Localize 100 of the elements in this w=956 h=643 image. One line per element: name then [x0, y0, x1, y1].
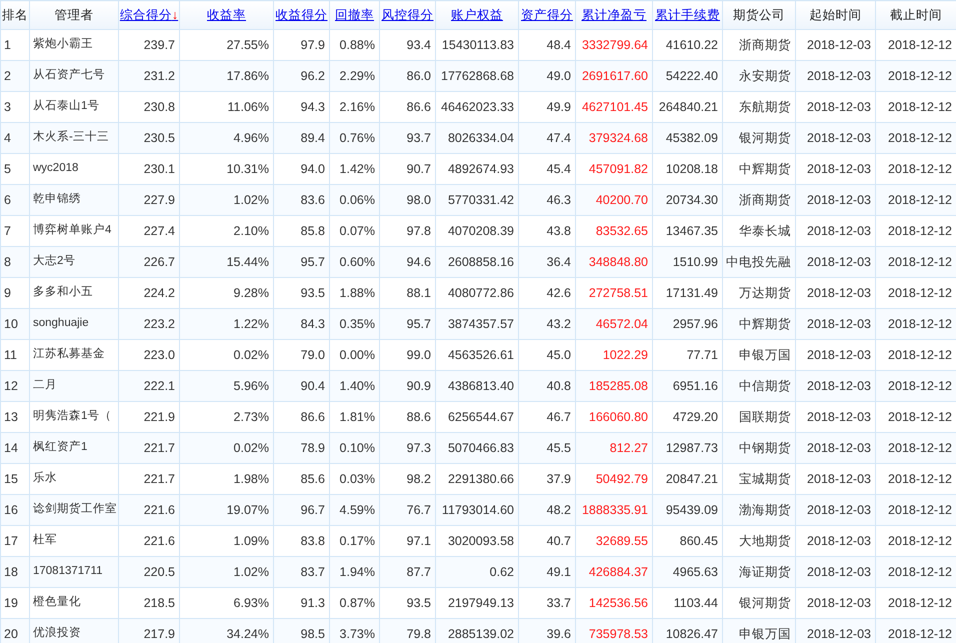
table-cell: 多多和小五	[30, 278, 118, 308]
table-cell: 2885139.02	[436, 618, 518, 643]
table-cell: 36.4	[518, 246, 576, 278]
table-cell: 2291380.66	[436, 464, 518, 494]
table-cell: 2018-12-03	[796, 308, 876, 340]
table-cell: 1103.44	[652, 588, 722, 618]
table-cell: 2018-12-12	[876, 340, 956, 370]
table-cell: 17762868.68	[436, 60, 518, 92]
table-cell: 2957.96	[652, 308, 722, 340]
table-cell: 2018-12-03	[796, 526, 876, 556]
table-cell: 19.07%	[180, 494, 274, 526]
table-cell: 0.00%	[330, 340, 380, 370]
sort-link[interactable]: 综合得分↓	[120, 8, 178, 22]
table-cell: 2018-12-03	[796, 122, 876, 154]
table-cell: 1.22%	[180, 308, 274, 340]
table-cell: 43.8	[518, 216, 576, 246]
sort-link[interactable]: 账户权益	[451, 8, 503, 22]
table-cell: 博弈树单账户4	[30, 216, 118, 246]
sort-link[interactable]: 资产得分	[521, 8, 573, 22]
table-cell: 2018-12-03	[796, 494, 876, 526]
sort-link[interactable]: 累计手续费	[655, 8, 720, 22]
table-cell: 812.27	[576, 432, 652, 464]
table-cell: 0.35%	[330, 308, 380, 340]
table-cell: 218.5	[118, 588, 180, 618]
table-cell: 1.40%	[330, 370, 380, 402]
table-cell: 6.93%	[180, 588, 274, 618]
table-cell: 217.9	[118, 618, 180, 643]
table-cell: 227.9	[118, 184, 180, 216]
table-cell: 1.94%	[330, 556, 380, 588]
table-cell: 0.03%	[330, 464, 380, 494]
table-cell: 2018-12-12	[876, 308, 956, 340]
table-cell: 枫红资产1	[30, 432, 118, 464]
sort-link[interactable]: 风控得分	[382, 8, 434, 22]
table-cell: 98.5	[274, 618, 330, 643]
table-cell: 2018-12-12	[876, 432, 956, 464]
table-cell: 1.42%	[330, 154, 380, 184]
table-cell: 272758.51	[576, 278, 652, 308]
table-cell: 14	[0, 432, 30, 464]
table-cell: 1.02%	[180, 184, 274, 216]
table-cell: 2018-12-12	[876, 618, 956, 643]
table-cell: 6951.16	[652, 370, 722, 402]
table-cell: 39.6	[518, 618, 576, 643]
table-cell: 15.44%	[180, 246, 274, 278]
table-cell: 2018-12-03	[796, 154, 876, 184]
table-cell: 0.88%	[330, 30, 380, 60]
table-cell: 3	[0, 92, 30, 122]
table-cell: 明隽浩森1号（	[30, 402, 118, 432]
table-cell: 10826.47	[652, 618, 722, 643]
table-cell: 10208.18	[652, 154, 722, 184]
table-cell: 227.4	[118, 216, 180, 246]
table-cell: 5770331.42	[436, 184, 518, 216]
table-cell: 大地期货	[722, 526, 796, 556]
table-cell: 17.86%	[180, 60, 274, 92]
table-cell: 2691617.60	[576, 60, 652, 92]
table-cell: 97.1	[380, 526, 436, 556]
table-cell: 230.8	[118, 92, 180, 122]
table-cell: 41610.22	[652, 30, 722, 60]
table-cell: 96.7	[274, 494, 330, 526]
sort-link[interactable]: 累计净盈亏	[582, 8, 646, 22]
table-cell: 0.02%	[180, 432, 274, 464]
table-cell: 48.4	[518, 30, 576, 60]
table-cell: songhuajie	[30, 308, 118, 340]
table-cell: 渤海期货	[722, 494, 796, 526]
table-cell: 9.28%	[180, 278, 274, 308]
table-cell: 2018-12-03	[796, 60, 876, 92]
table-cell: 1888335.91	[576, 494, 652, 526]
table-cell: 2018-12-03	[796, 184, 876, 216]
table-cell: wyc2018	[30, 154, 118, 184]
table-cell: 海证期货	[722, 556, 796, 588]
table-cell: 0.62	[436, 556, 518, 588]
table-cell: 中辉期货	[722, 154, 796, 184]
table-cell: 15	[0, 464, 30, 494]
table-cell: 34.24%	[180, 618, 274, 643]
sort-link[interactable]: 收益得分	[276, 8, 328, 22]
table-cell: 185285.08	[576, 370, 652, 402]
table-cell: 13	[0, 402, 30, 432]
sort-link[interactable]: 收益率	[207, 8, 246, 22]
table-cell: 90.9	[380, 370, 436, 402]
table-cell: 220.5	[118, 556, 180, 588]
table-cell: 橙色量化	[30, 588, 118, 618]
table-cell: 1.02%	[180, 556, 274, 588]
table-cell: 4627101.45	[576, 92, 652, 122]
table-cell: 2018-12-03	[796, 402, 876, 432]
table-cell: 3332799.64	[576, 30, 652, 60]
table-cell: 2018-12-12	[876, 122, 956, 154]
table-cell: 95.7	[274, 246, 330, 278]
table-cell: 中信期货	[722, 370, 796, 402]
table-cell: 85.6	[274, 464, 330, 494]
table-cell: 46572.04	[576, 308, 652, 340]
sort-link[interactable]: 回撤率	[335, 8, 374, 22]
table-cell: 54222.40	[652, 60, 722, 92]
table-cell: 8026334.04	[436, 122, 518, 154]
table-cell: 二月	[30, 370, 118, 402]
table-cell: 11.06%	[180, 92, 274, 122]
table-cell: 2197949.13	[436, 588, 518, 618]
table-cell: 2018-12-03	[796, 556, 876, 588]
table-cell: 2018-12-12	[876, 526, 956, 556]
table-cell: 2018-12-12	[876, 246, 956, 278]
table-cell: 19	[0, 588, 30, 618]
table-cell: 永安期货	[722, 60, 796, 92]
